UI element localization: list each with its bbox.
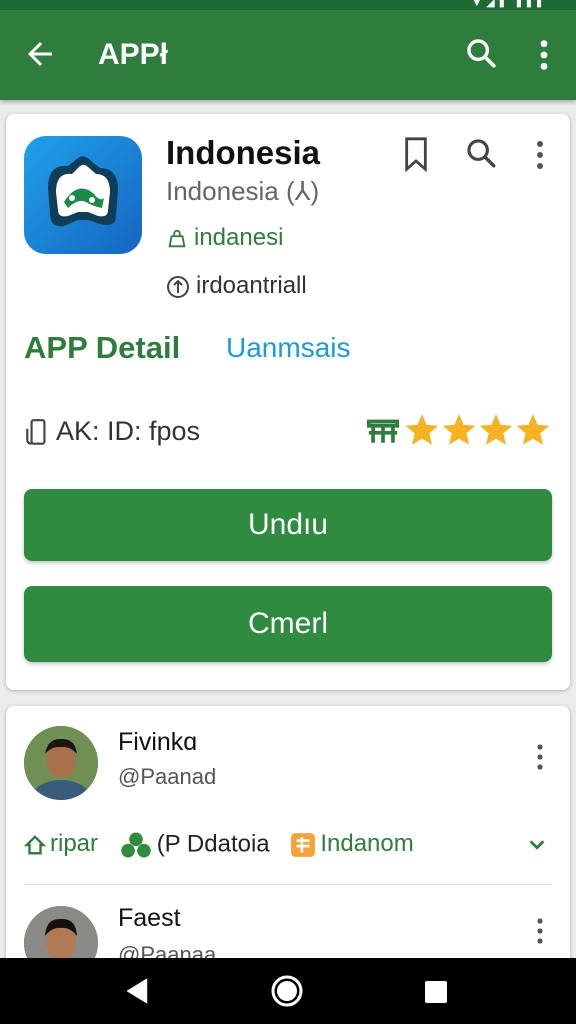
bookmark-icon[interactable]: [402, 136, 430, 172]
grid-badge-icon: [291, 833, 316, 857]
tag-label: (P Ddatoia: [156, 830, 270, 858]
app-id-row: AK: ID: fpos: [24, 416, 200, 448]
app-icon[interactable]: [24, 136, 142, 254]
post-author-name[interactable]: Faest: [118, 904, 181, 933]
star-icon: [480, 414, 513, 445]
more-vert-icon[interactable]: [530, 38, 558, 72]
meta-category[interactable]: irdoantriall: [166, 272, 307, 300]
app-detail-card: Indonesia Indonesia (⅄) indanesi irdoant…: [6, 114, 576, 690]
more-vert-icon[interactable]: [532, 916, 548, 946]
app-name: Indonesia: [166, 134, 321, 171]
status-icons: ▼◢▮ ▮▮▮: [471, 0, 546, 9]
app-bar: APPł: [0, 10, 576, 100]
status-bar: ▼◢▮ ▮▮▮: [0, 0, 576, 10]
tag-indanom[interactable]: Indanom: [290, 830, 414, 858]
post-author-name[interactable]: Fivinkɑ: [118, 728, 197, 757]
post-tags: ripar (P Ddatoia Indanom: [23, 830, 428, 860]
meta-category-label: irdoantriall: [196, 272, 307, 299]
chevron-down-icon[interactable]: [526, 834, 548, 856]
more-vert-icon[interactable]: [530, 138, 550, 172]
download-button[interactable]: Undıu: [24, 489, 552, 561]
app-bar-title: APPł: [98, 38, 169, 71]
tag-pddatoia[interactable]: (P Ddatoia: [119, 830, 270, 860]
search-icon[interactable]: [464, 136, 498, 170]
star-icon: [406, 414, 439, 445]
app-subtitle: Indonesia (⅄): [166, 176, 320, 206]
avatar[interactable]: [24, 726, 98, 800]
phone-icon: [26, 418, 46, 445]
nav-recents-icon[interactable]: [424, 980, 448, 1004]
nav-back-icon[interactable]: [124, 976, 152, 1006]
info-circle-icon: [167, 275, 189, 298]
home-icon: [23, 835, 47, 855]
clover-icon: [120, 832, 151, 858]
secondary-button[interactable]: Cmerl: [24, 586, 552, 662]
search-icon[interactable]: [464, 36, 498, 70]
nav-home-icon[interactable]: [270, 974, 304, 1008]
star-icon: [443, 414, 476, 445]
app-detail-heading: APP Detail: [24, 330, 181, 365]
tag-label: ripar: [50, 830, 99, 858]
post-author-handle: @Paanad: [118, 764, 217, 789]
bag-icon: [168, 229, 186, 247]
category-icon: [366, 419, 400, 443]
more-vert-icon[interactable]: [532, 742, 548, 772]
star-icon: [517, 414, 550, 445]
tag-ripar[interactable]: ripar: [23, 830, 99, 858]
user-photo: [24, 726, 98, 800]
meta-developer[interactable]: indanesi: [166, 224, 283, 252]
posts-card: Fivinkɑ @Paanad ripar (P Ddatoia Indanom: [6, 706, 570, 986]
back-arrow-icon[interactable]: [22, 36, 58, 72]
meta-developer-label: indanesi: [194, 224, 284, 251]
app-detail-link[interactable]: Uanmsais: [226, 332, 350, 364]
rating: [366, 412, 576, 448]
system-nav-bar: [0, 958, 576, 1024]
app-id-text: AK: ID: fpos: [56, 416, 201, 446]
star-rating: [406, 414, 576, 445]
app-logo-icon: [48, 156, 118, 227]
divider: [24, 884, 552, 885]
tag-label: Indanom: [320, 830, 414, 858]
